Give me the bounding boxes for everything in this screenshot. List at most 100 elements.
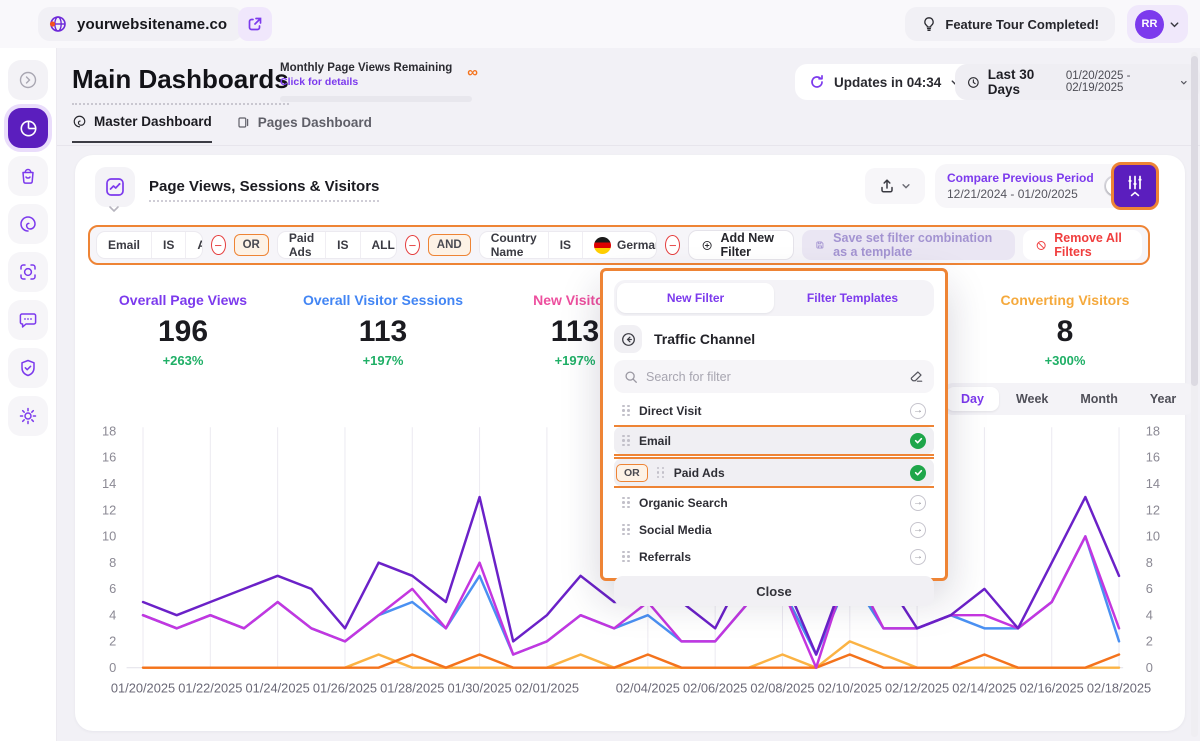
tab-pages-dashboard[interactable]: Pages Dashboard [236, 114, 372, 143]
sidebar-item-settings[interactable] [8, 396, 48, 436]
eraser-icon[interactable] [909, 369, 924, 384]
filter-panel-button[interactable] [1111, 162, 1159, 210]
search-input[interactable] [646, 370, 901, 384]
arrow-right-circle-icon[interactable]: → [910, 495, 926, 511]
svg-text:02/10/2025: 02/10/2025 [818, 680, 882, 695]
filter-group-country[interactable]: Country Name IS Germany⌄ [479, 231, 658, 259]
filter-option-organic-search[interactable]: Organic Search → [614, 489, 934, 516]
or-join-chip[interactable]: OR [616, 464, 648, 482]
join-operator-chip[interactable]: OR [234, 234, 269, 256]
filter-field[interactable]: Country Name [480, 232, 549, 258]
filter-field[interactable]: Paid Ads [278, 232, 326, 258]
back-button[interactable] [614, 325, 642, 353]
svg-text:0: 0 [1146, 660, 1153, 675]
filter-value-dropdown[interactable]: ALL⌄ [361, 232, 398, 258]
filter-option-referrals[interactable]: Referrals → [614, 543, 934, 570]
filter-operator[interactable]: IS [152, 232, 186, 258]
search-icon [624, 370, 638, 384]
filter-operator[interactable]: IS [549, 232, 583, 258]
close-button[interactable]: Close [614, 576, 934, 606]
svg-text:12: 12 [102, 502, 116, 517]
granularity-month[interactable]: Month [1065, 387, 1132, 411]
granularity-day[interactable]: Day [946, 387, 999, 411]
range-label: Last 30 Days [988, 67, 1058, 97]
popup-tab-filter-templates[interactable]: Filter Templates [774, 283, 931, 313]
remove-filter-button[interactable]: − [405, 235, 420, 255]
arrow-right-circle-icon[interactable]: → [910, 403, 926, 419]
drag-handle-icon[interactable] [622, 405, 630, 417]
line-chart-icon [104, 176, 126, 198]
drag-handle-icon[interactable] [622, 497, 630, 509]
selected-filter-wrap: OR Paid Ads [614, 457, 934, 488]
filter-option-paid-ads[interactable]: OR Paid Ads [614, 459, 934, 486]
drag-handle-icon[interactable] [622, 524, 630, 536]
tab-master-dashboard[interactable]: Master Dashboard [72, 114, 212, 143]
sidebar-item-feedback[interactable] [8, 300, 48, 340]
sidebar-item-security[interactable] [8, 348, 48, 388]
stat-delta: +263% [73, 353, 293, 368]
export-button[interactable] [865, 168, 925, 204]
block-icon [1036, 238, 1046, 253]
stat-label: Overall Page Views [73, 292, 293, 308]
filter-option-social-media[interactable]: Social Media → [614, 516, 934, 543]
save-filter-template-button[interactable]: Save set filter combination as a templat… [802, 230, 1015, 260]
sidebar-item-recordings[interactable] [8, 252, 48, 292]
filter-value-dropdown[interactable]: Germany⌄ [583, 232, 657, 258]
gear-icon [18, 406, 38, 426]
tab-label: Master Dashboard [94, 114, 212, 129]
stat-value: 113 [273, 315, 493, 349]
quota-details-link[interactable]: Click for details [280, 76, 472, 88]
date-range-picker[interactable]: Last 30 Days 01/20/2025 - 02/19/2025 [955, 64, 1200, 100]
spiral-icon [18, 214, 38, 234]
clock-icon [967, 75, 980, 90]
arrow-right-circle-icon[interactable]: → [910, 522, 926, 538]
sidebar-item-store[interactable] [8, 156, 48, 196]
arrow-right-circle-icon[interactable]: → [910, 549, 926, 565]
svg-text:2: 2 [109, 634, 116, 649]
refresh-icon [809, 74, 825, 90]
filter-option-direct-visit[interactable]: Direct Visit → [614, 397, 934, 424]
svg-text:02/12/2025: 02/12/2025 [885, 680, 949, 695]
filter-option-label: Social Media [639, 523, 901, 537]
svg-text:0: 0 [109, 660, 116, 675]
filter-value-dropdown[interactable]: ALL⌄ [186, 232, 202, 258]
updates-dropdown[interactable]: Updates in 04:34 [795, 64, 975, 100]
card-icon-badge[interactable] [95, 167, 135, 207]
pages-icon [236, 115, 251, 130]
add-new-filter-button[interactable]: Add New Filter [688, 230, 794, 260]
drag-handle-icon[interactable] [622, 551, 630, 563]
remove-filter-button[interactable]: − [211, 235, 226, 255]
svg-text:14: 14 [1146, 476, 1160, 491]
svg-text:10: 10 [1146, 529, 1160, 544]
dashboard-tabs: Master Dashboard Pages Dashboard [72, 114, 372, 143]
sidebar-item-sessions[interactable] [8, 204, 48, 244]
lightbulb-icon [921, 16, 937, 32]
drag-handle-icon[interactable] [622, 435, 630, 447]
germany-flag-icon [594, 237, 611, 254]
infinity-icon: ∞ [467, 64, 478, 81]
filter-operator[interactable]: IS [326, 232, 360, 258]
svg-text:02/16/2025: 02/16/2025 [1020, 680, 1084, 695]
filter-group-paid-ads[interactable]: Paid Ads IS ALL⌄ [277, 231, 397, 259]
user-menu[interactable]: RR [1127, 5, 1188, 43]
granularity-week[interactable]: Week [1001, 387, 1063, 411]
open-website-button[interactable] [238, 7, 272, 41]
filter-search-box[interactable] [614, 360, 934, 393]
filter-option-label: Direct Visit [639, 404, 901, 418]
drag-handle-icon[interactable] [657, 467, 665, 479]
sidebar-item-dashboards[interactable] [8, 108, 48, 148]
sidebar-collapse-button[interactable] [8, 60, 48, 100]
granularity-year[interactable]: Year [1135, 387, 1191, 411]
join-operator-chip[interactable]: AND [428, 234, 471, 256]
svg-text:8: 8 [109, 555, 116, 570]
filter-field[interactable]: Email [97, 232, 152, 258]
svg-text:01/22/2025: 01/22/2025 [178, 680, 242, 695]
scrollbar-thumb[interactable] [1191, 56, 1198, 386]
filter-option-email[interactable]: Email [614, 427, 934, 454]
feature-tour-button[interactable]: Feature Tour Completed! [905, 7, 1115, 41]
filter-group-email[interactable]: Email IS ALL⌄ [96, 231, 203, 259]
remove-all-filters-button[interactable]: Remove All Filters [1023, 230, 1142, 260]
website-selector[interactable]: yourwebsitename.co [38, 7, 243, 41]
remove-filter-button[interactable]: − [665, 235, 680, 255]
popup-tab-new-filter[interactable]: New Filter [617, 283, 774, 313]
